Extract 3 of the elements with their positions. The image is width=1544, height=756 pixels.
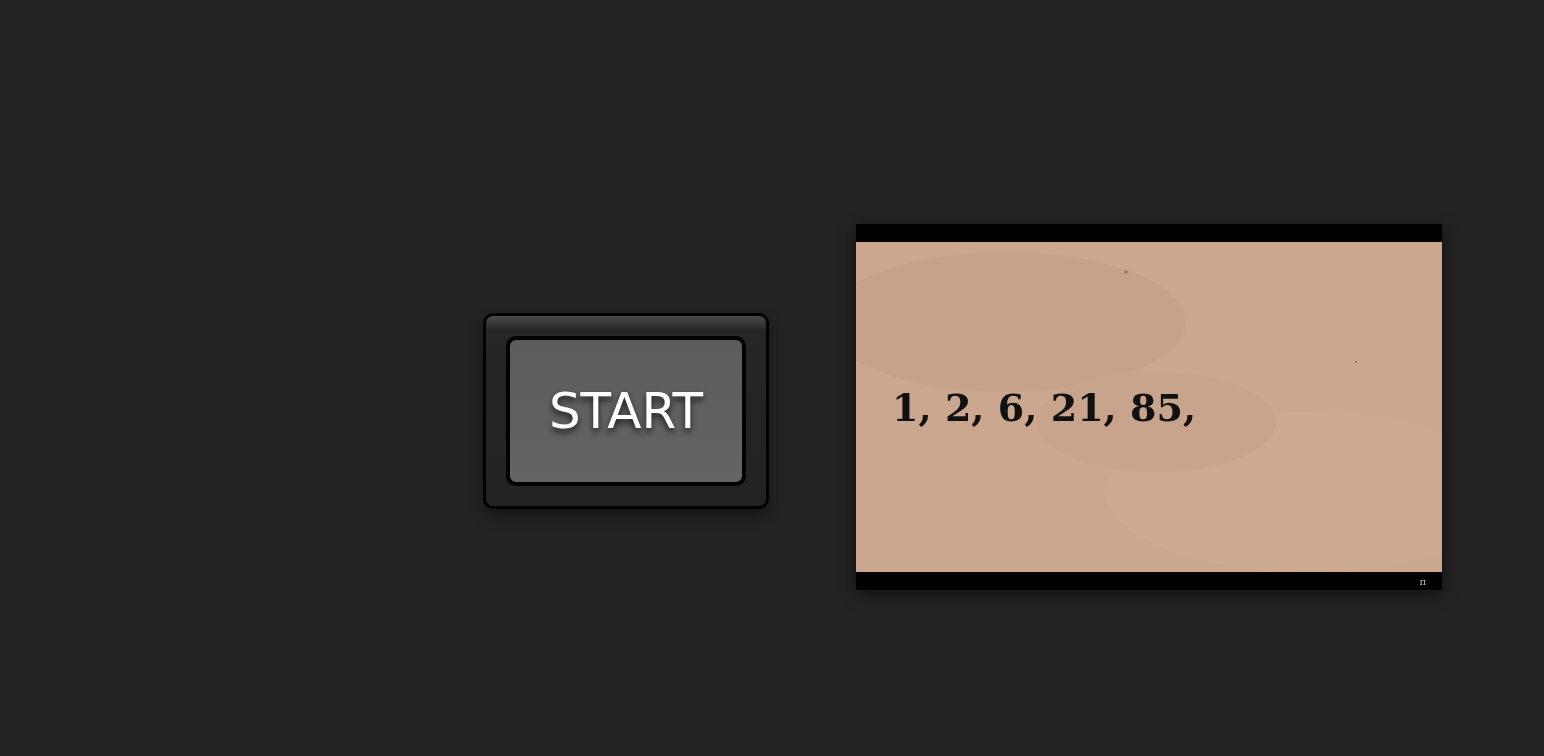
start-button[interactable]: START [506,336,746,486]
number-sequence: 1, 2, 6, 21, 85, [892,384,1197,430]
corner-mark: π [1419,575,1426,587]
